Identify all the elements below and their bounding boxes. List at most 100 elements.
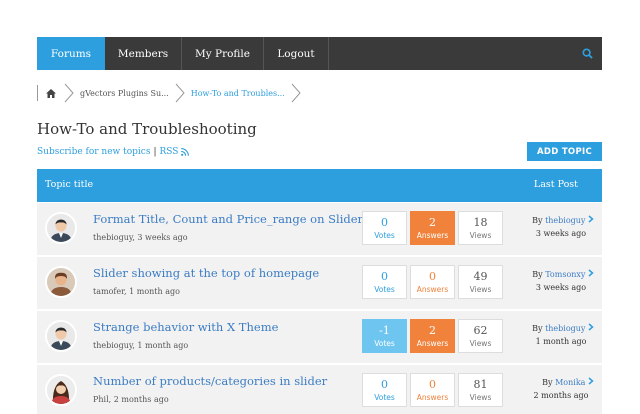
answers-label: Answers bbox=[416, 230, 449, 240]
subscribe-row: Subscribe for new topics | RSS bbox=[37, 147, 190, 157]
nav-members[interactable]: Members bbox=[105, 37, 182, 70]
last-post-user-link[interactable]: Monika bbox=[555, 378, 585, 387]
topic-meta: Phil, 2 months ago bbox=[93, 395, 169, 404]
votes-value: -1 bbox=[379, 323, 390, 337]
topic-title-link[interactable]: Number of products/categories in slider bbox=[93, 374, 327, 388]
last-post-user-link[interactable]: thebioguy bbox=[545, 216, 585, 225]
views-label: Views bbox=[469, 338, 492, 348]
views-value: 18 bbox=[473, 215, 488, 229]
views-value: 81 bbox=[473, 377, 488, 391]
topics-table-header: Topic title Last Post bbox=[37, 169, 602, 202]
topic-meta: thebioguy, 3 weeks ago bbox=[93, 233, 188, 242]
topic-title-link[interactable]: Format Title, Count and Price_range on S… bbox=[93, 212, 369, 226]
last-post-time: 1 month ago bbox=[535, 337, 587, 346]
answers-count: 0 Answers bbox=[410, 265, 455, 299]
add-topic-button[interactable]: ADD TOPIC bbox=[527, 142, 602, 161]
breadcrumb-item-plugins[interactable]: gVectors Plugins Su... bbox=[80, 89, 169, 98]
nav-my-profile[interactable]: My Profile bbox=[182, 37, 264, 70]
votes-value: 0 bbox=[381, 377, 388, 391]
user-avatar-icon bbox=[47, 376, 75, 404]
nav-forums-label: Forums bbox=[50, 47, 92, 60]
last-post-by-label: By bbox=[532, 216, 543, 225]
last-post-time: 3 weeks ago bbox=[535, 283, 587, 292]
topic-meta: tamofer, 1 month ago bbox=[93, 287, 180, 296]
header-topic-title: Topic title bbox=[45, 179, 94, 190]
table-row: Format Title, Count and Price_range on S… bbox=[37, 203, 602, 256]
answers-value: 2 bbox=[429, 215, 436, 229]
table-row: Number of products/categories in slider … bbox=[37, 365, 602, 414]
views-label: Views bbox=[469, 284, 492, 294]
votes-count: 0 Votes bbox=[362, 265, 407, 299]
last-post-user-link[interactable]: thebioguy bbox=[545, 324, 585, 333]
votes-label: Votes bbox=[374, 284, 395, 294]
answers-value: 0 bbox=[429, 377, 436, 391]
top-nav: Forums Members My Profile Logout bbox=[37, 37, 602, 70]
last-post-by-label: By bbox=[532, 270, 543, 279]
rss-link[interactable]: RSS bbox=[160, 147, 179, 157]
answers-label: Answers bbox=[416, 338, 449, 348]
nav-logout-label: Logout bbox=[277, 47, 315, 60]
votes-value: 0 bbox=[381, 269, 388, 283]
avatar[interactable] bbox=[45, 374, 77, 406]
votes-count: 0 Votes bbox=[362, 373, 407, 407]
avatar[interactable] bbox=[45, 320, 77, 352]
chevron-right-icon bbox=[175, 83, 185, 103]
answers-count: 2 Answers bbox=[410, 319, 455, 353]
last-post-user-link[interactable]: Tomsonxy bbox=[545, 270, 585, 279]
votes-count: 0 Votes bbox=[362, 211, 407, 245]
chevron-right-icon bbox=[64, 83, 74, 103]
views-label: Views bbox=[469, 230, 492, 240]
home-icon[interactable] bbox=[46, 88, 56, 98]
views-value: 62 bbox=[473, 323, 488, 337]
views-value: 49 bbox=[473, 269, 488, 283]
search-button[interactable] bbox=[572, 37, 602, 70]
views-count: 49 Views bbox=[458, 265, 503, 299]
chevron-right-icon bbox=[291, 83, 301, 103]
chevron-right-icon[interactable] bbox=[588, 323, 594, 331]
table-row: Slider showing at the top of homepage ta… bbox=[37, 257, 602, 310]
separator: | bbox=[153, 147, 157, 157]
last-post-time: 2 months ago bbox=[533, 391, 589, 400]
last-post-by-label: By bbox=[542, 378, 553, 387]
table-row: Strange behavior with X Theme thebioguy,… bbox=[37, 311, 602, 364]
answers-count: 2 Answers bbox=[410, 211, 455, 245]
chevron-right-icon[interactable] bbox=[588, 215, 594, 223]
topic-title-link[interactable]: Strange behavior with X Theme bbox=[93, 320, 278, 334]
user-avatar-icon bbox=[47, 268, 75, 296]
topic-title-link[interactable]: Slider showing at the top of homepage bbox=[93, 266, 319, 280]
views-count: 81 Views bbox=[458, 373, 503, 407]
breadcrumb: gVectors Plugins Su... How-To and Troubl… bbox=[37, 82, 307, 104]
breadcrumb-item-current[interactable]: How-To and Troubles... bbox=[191, 89, 285, 98]
views-label: Views bbox=[469, 392, 492, 402]
votes-value: 0 bbox=[381, 215, 388, 229]
page-title: How-To and Troubleshooting bbox=[37, 120, 257, 138]
nav-members-label: Members bbox=[117, 47, 169, 60]
chevron-right-icon[interactable] bbox=[588, 377, 594, 385]
votes-label: Votes bbox=[374, 230, 395, 240]
views-count: 62 Views bbox=[458, 319, 503, 353]
subscribe-link[interactable]: Subscribe for new topics bbox=[37, 147, 150, 157]
answers-value: 2 bbox=[429, 323, 436, 337]
header-last-post: Last Post bbox=[533, 179, 578, 190]
answers-count: 0 Answers bbox=[410, 373, 455, 407]
user-avatar-icon bbox=[47, 214, 75, 242]
search-icon bbox=[581, 48, 593, 59]
nav-logout[interactable]: Logout bbox=[264, 37, 329, 70]
nav-forums[interactable]: Forums bbox=[37, 37, 105, 70]
last-post: By thebioguy 1 month ago bbox=[514, 323, 594, 346]
avatar[interactable] bbox=[45, 266, 77, 298]
last-post-by-label: By bbox=[532, 324, 543, 333]
avatar[interactable] bbox=[45, 212, 77, 244]
topic-meta: thebioguy, 1 month ago bbox=[93, 341, 189, 350]
user-avatar-icon bbox=[47, 322, 75, 350]
answers-label: Answers bbox=[416, 284, 449, 294]
votes-count: -1 Votes bbox=[362, 319, 407, 353]
chevron-right-icon[interactable] bbox=[588, 269, 594, 277]
views-count: 18 Views bbox=[458, 211, 503, 245]
last-post: By Tomsonxy 3 weeks ago bbox=[514, 269, 594, 292]
breadcrumb-divider bbox=[37, 85, 38, 101]
answers-label: Answers bbox=[416, 392, 449, 402]
answers-value: 0 bbox=[429, 269, 436, 283]
rss-icon[interactable] bbox=[181, 148, 190, 156]
last-post: By Monika 2 months ago bbox=[514, 377, 594, 400]
